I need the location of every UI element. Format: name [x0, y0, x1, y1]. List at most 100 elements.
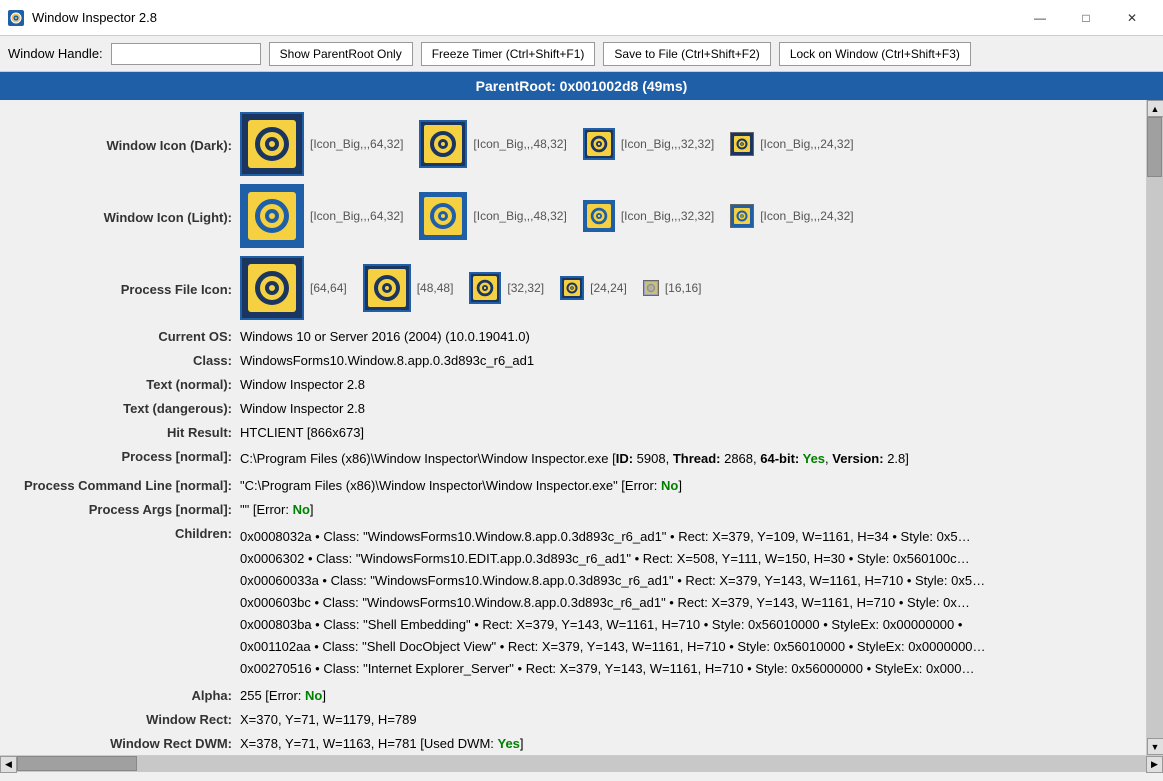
light-icon-32: [Icon_Big,,,32,32] — [583, 200, 714, 232]
freeze-timer-button[interactable]: Freeze Timer (Ctrl+Shift+F1) — [421, 42, 596, 66]
window-rect-dwm-row: Window Rect DWM: X=378, Y=71, W=1163, H=… — [0, 731, 1146, 755]
horizontal-scrollbar[interactable]: ◀ ▶ — [0, 755, 1163, 772]
show-parentroot-button[interactable]: Show ParentRoot Only — [269, 42, 413, 66]
window-handle-input[interactable] — [111, 43, 261, 65]
light-icon-48-label: [Icon_Big,,,48,32] — [473, 209, 566, 223]
child-line-2: 0x0006302 • Class: "WindowsForms10.EDIT.… — [240, 548, 1138, 570]
process-normal-value: C:\Program Files (x86)\Window Inspector\… — [240, 447, 1138, 470]
hit-result-row: Hit Result: HTCLIENT [866x673] — [0, 420, 1146, 444]
hit-result-label: Hit Result: — [0, 423, 240, 440]
save-to-file-button[interactable]: Save to File (Ctrl+Shift+F2) — [603, 42, 770, 66]
process-args-label: Process Args [normal]: — [0, 500, 240, 517]
scroll-left-button[interactable]: ◀ — [0, 756, 17, 773]
process-args-row: Process Args [normal]: "" [Error: No] — [0, 497, 1146, 521]
process-normal-label: Process [normal]: — [0, 447, 240, 464]
vertical-scrollbar[interactable]: ▲ ▼ — [1146, 100, 1163, 755]
process-cmd-row: Process Command Line [normal]: "C:\Progr… — [0, 473, 1146, 497]
scroll-right-button[interactable]: ▶ — [1146, 756, 1163, 773]
dark-icon-24-label: [Icon_Big,,,24,32] — [760, 137, 853, 151]
scroll-track[interactable] — [1147, 117, 1163, 738]
minimize-button[interactable]: — — [1017, 0, 1063, 36]
lock-on-window-button[interactable]: Lock on Window (Ctrl+Shift+F3) — [779, 42, 971, 66]
h-scroll-thumb[interactable] — [17, 756, 137, 771]
dark-icon-48-img — [419, 120, 467, 168]
alpha-row: Alpha: 255 [Error: No] — [0, 683, 1146, 707]
alpha-num: 255 [Error: — [240, 688, 305, 703]
current-os-value: Windows 10 or Server 2016 (2004) (10.0.1… — [240, 327, 1138, 344]
light-icon-label: Window Icon (Light): — [0, 208, 240, 225]
light-icon-64: [Icon_Big,,,64,32] — [240, 184, 403, 248]
process-icon-24-img — [560, 276, 584, 300]
light-icon-48: [Icon_Big,,,48,32] — [419, 192, 566, 240]
process-icon-16: [16,16] — [643, 280, 702, 296]
dark-icon-48: [Icon_Big,,,48,32] — [419, 120, 566, 168]
dark-icon-64-img — [240, 112, 304, 176]
light-icon-64-img — [240, 184, 304, 248]
process-cmd-error-val: No — [661, 478, 678, 493]
close-button[interactable]: ✕ — [1109, 0, 1155, 36]
text-normal-value: Window Inspector 2.8 — [240, 375, 1138, 392]
child-line-1: 0x0008032a • Class: "WindowsForms10.Wind… — [240, 526, 1138, 548]
process-icon-24-label: [24,24] — [590, 281, 627, 295]
process-icon-48: [48,48] — [363, 264, 454, 312]
child-line-3: 0x00060033a • Class: "WindowsForms10.Win… — [240, 570, 1138, 592]
process-cmd-close: ] — [678, 478, 682, 493]
dark-icon-64-label: [Icon_Big,,,64,32] — [310, 137, 403, 151]
process-icon-label: Process File Icon: — [0, 280, 240, 297]
window-controls: — □ ✕ — [1017, 0, 1155, 36]
children-value: 0x0008032a • Class: "WindowsForms10.Wind… — [240, 524, 1138, 681]
handle-label: Window Handle: — [8, 46, 103, 61]
app-title: Window Inspector 2.8 — [32, 10, 157, 25]
process-icon-16-label: [16,16] — [665, 281, 702, 295]
h-scroll-track[interactable] — [17, 756, 1146, 772]
process-cmd-text: "C:\Program Files (x86)\Window Inspector… — [240, 478, 661, 493]
app-icon — [8, 10, 24, 26]
window-rect-dwm-label: Window Rect DWM: — [0, 734, 240, 751]
alpha-label: Alpha: — [0, 686, 240, 703]
child-line-4: 0x000603bc • Class: "WindowsForms10.Wind… — [240, 592, 1138, 614]
light-icon-row: Window Icon (Light): [Icon_Big,,,64,32] — [0, 180, 1146, 252]
process-icon-32-label: [32,32] — [507, 281, 544, 295]
process-icon-64-label: [64,64] — [310, 281, 347, 295]
process-args-close: ] — [310, 502, 314, 517]
dwm-close: ] — [520, 736, 524, 751]
alpha-close: ] — [322, 688, 326, 703]
light-icons-container: [Icon_Big,,,64,32] [Icon_Big,,,48,32] — [240, 184, 854, 248]
light-icon-24-label: [Icon_Big,,,24,32] — [760, 209, 853, 223]
window-rect-row: Window Rect: X=370, Y=71, W=1179, H=789 — [0, 707, 1146, 731]
content-area: Window Icon (Dark): [Icon_Big,,,64,32] — [0, 100, 1146, 755]
process-id-key: ID: — [616, 451, 633, 466]
dwm-coords: X=378, Y=71, W=1163, H=781 [Used DWM: — [240, 736, 498, 751]
process-cmd-label: Process Command Line [normal]: — [0, 476, 240, 493]
process-args-value: "" [Error: No] — [240, 500, 1138, 517]
toolbar: Window Handle: Show ParentRoot Only Free… — [0, 36, 1163, 72]
process-thread-key: Thread: — [673, 451, 721, 466]
process-icon-64: [64,64] — [240, 256, 347, 320]
banner-text: ParentRoot: 0x001002d8 (49ms) — [476, 78, 688, 94]
process-thread-val: 2868, — [720, 451, 760, 466]
dark-icon-32-img — [583, 128, 615, 160]
scroll-down-button[interactable]: ▼ — [1147, 738, 1163, 755]
dark-icon-24-img — [730, 132, 754, 156]
children-label: Children: — [0, 524, 240, 541]
class-row: Class: WindowsForms10.Window.8.app.0.3d8… — [0, 348, 1146, 372]
child-line-6: 0x001102aa • Class: "Shell DocObject Vie… — [240, 636, 1138, 658]
process-icon-48-img — [363, 264, 411, 312]
maximize-button[interactable]: □ — [1063, 0, 1109, 36]
process-id-val: 5908, — [633, 451, 673, 466]
light-icon-64-label: [Icon_Big,,,64,32] — [310, 209, 403, 223]
title-bar-left: Window Inspector 2.8 — [8, 10, 157, 26]
text-dangerous-label: Text (dangerous): — [0, 399, 240, 416]
dark-icon-row: Window Icon (Dark): [Icon_Big,,,64,32] — [0, 108, 1146, 180]
text-normal-label: Text (normal): — [0, 375, 240, 392]
process-version-key: Version: — [832, 451, 883, 466]
current-os-row: Current OS: Windows 10 or Server 2016 (2… — [0, 324, 1146, 348]
dark-icon-label: Window Icon (Dark): — [0, 136, 240, 153]
scroll-up-button[interactable]: ▲ — [1147, 100, 1163, 117]
window-rect-dwm-value: X=378, Y=71, W=1163, H=781 [Used DWM: Ye… — [240, 734, 1138, 751]
process-args-error-val: No — [293, 502, 310, 517]
light-icon-48-img — [419, 192, 467, 240]
scroll-thumb[interactable] — [1147, 117, 1162, 177]
dark-icon-24: [Icon_Big,,,24,32] — [730, 132, 853, 156]
dark-icon-32-label: [Icon_Big,,,32,32] — [621, 137, 714, 151]
